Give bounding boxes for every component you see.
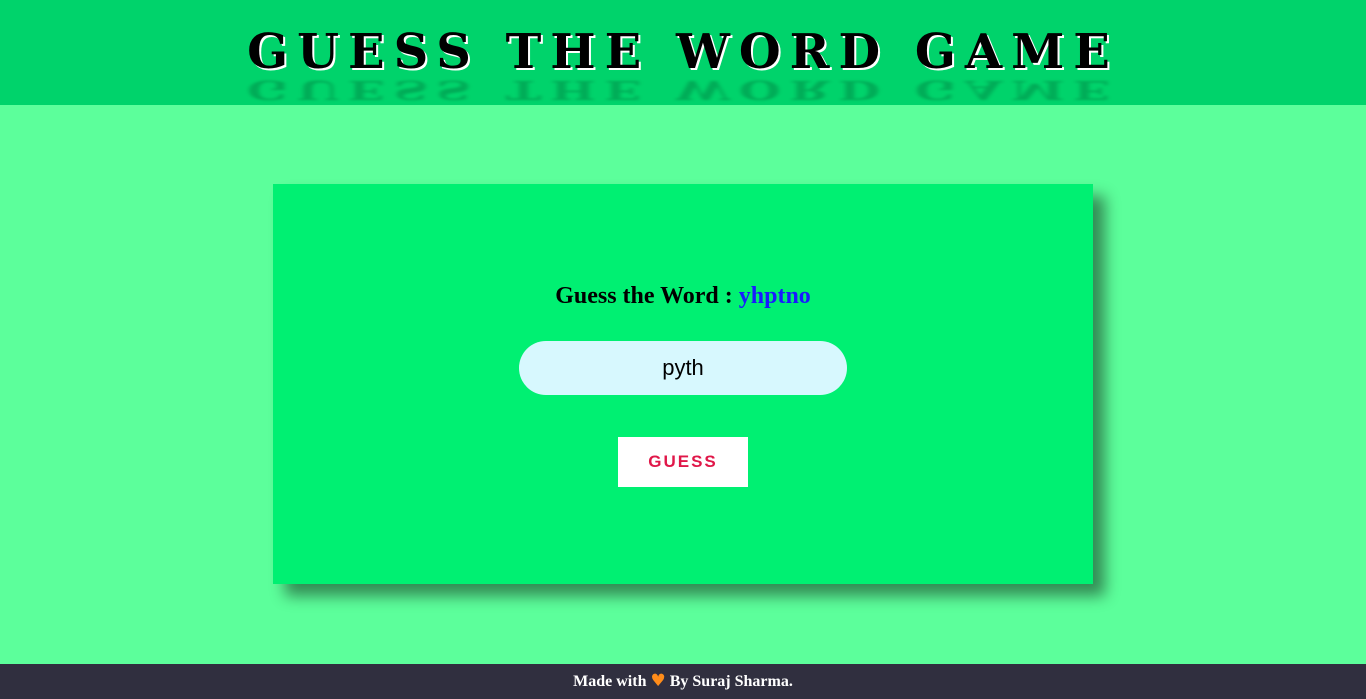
prompt-label: Guess the Word : xyxy=(555,283,733,309)
heart-icon: ♥ xyxy=(650,671,666,691)
guess-button[interactable]: GUESS xyxy=(618,437,748,487)
guess-input[interactable] xyxy=(519,341,847,395)
footer-made-with: Made with xyxy=(573,673,647,690)
game-card: Guess the Word : yhptno GUESS xyxy=(273,184,1093,584)
footer-author: By Suraj Sharma. xyxy=(669,673,793,690)
page-footer: Made with ♥ By Suraj Sharma. xyxy=(0,664,1366,699)
scrambled-word: yhptno xyxy=(738,283,811,309)
word-prompt: Guess the Word : yhptno xyxy=(273,282,1093,310)
page-header: GUESS THE WORD GAME GUESS THE WORD GAME xyxy=(0,0,1366,105)
page-title: GUESS THE WORD GAME xyxy=(247,24,1119,80)
